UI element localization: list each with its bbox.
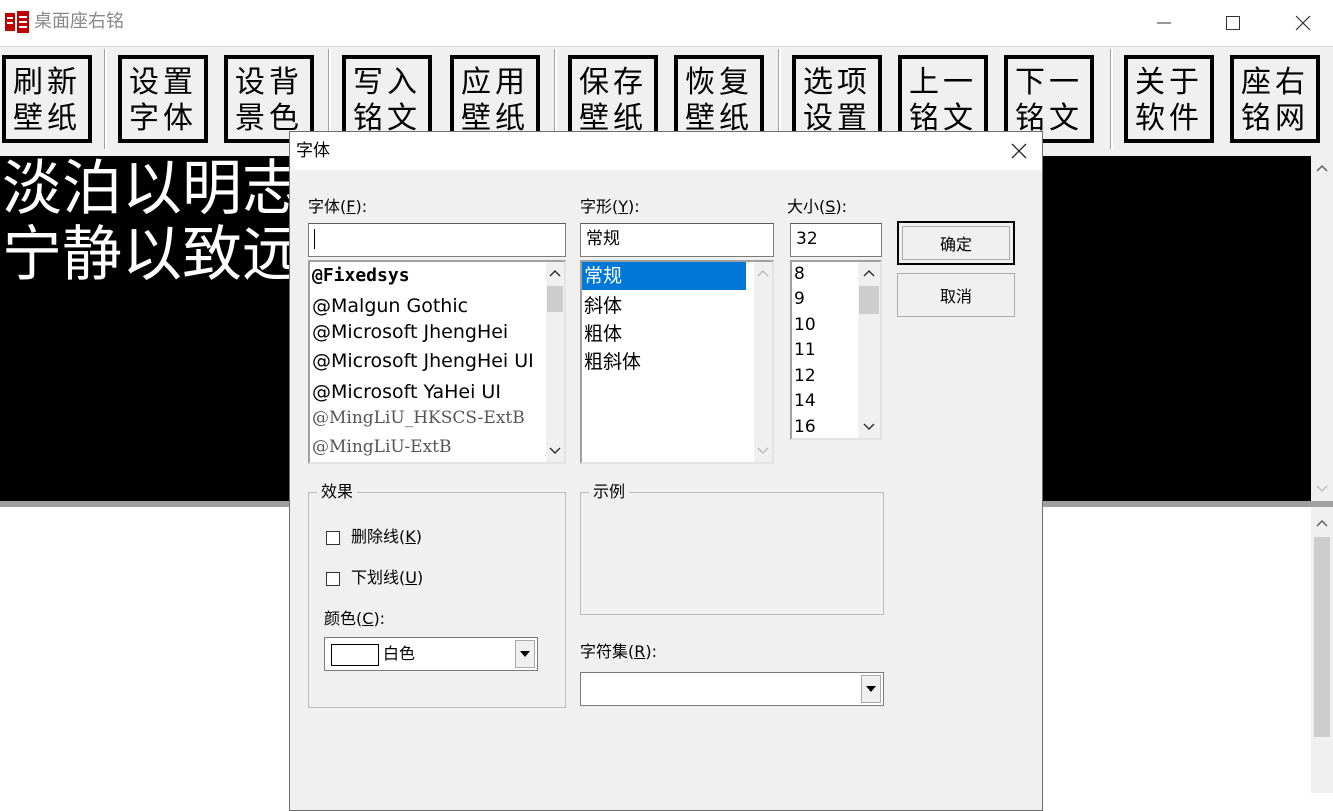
scroll-down-icon[interactable] bbox=[546, 442, 564, 460]
minimize-icon bbox=[1157, 22, 1171, 24]
font-dialog: 字体 字体(F): @Fixedsys @Malgun Gothic @Micr… bbox=[289, 131, 1043, 811]
cancel-button[interactable]: 取消 bbox=[897, 273, 1015, 317]
close-icon bbox=[1295, 15, 1311, 31]
options-button[interactable]: 选项 设置 bbox=[792, 55, 882, 143]
effects-group: 效果 删除线(K) 下划线(U) 颜色(C): 白色 bbox=[308, 482, 566, 708]
dialog-title-bar: 字体 bbox=[290, 132, 1042, 170]
save-wallpaper-button[interactable]: 保存 壁纸 bbox=[568, 55, 658, 143]
color-select[interactable]: 白色 bbox=[324, 637, 538, 671]
scroll-thumb[interactable] bbox=[1314, 537, 1330, 737]
minimize-button[interactable] bbox=[1141, 0, 1187, 46]
app-logo-icon bbox=[4, 10, 30, 34]
list-item[interactable]: 粗斜体 bbox=[582, 348, 641, 376]
font-label: 字体(F): bbox=[308, 197, 368, 216]
list-item[interactable]: @Microsoft JhengHei bbox=[310, 318, 508, 346]
color-label: 颜色(C): bbox=[324, 609, 386, 628]
motto-website-button[interactable]: 座右 铭网 bbox=[1230, 55, 1320, 143]
about-button[interactable]: 关于 软件 bbox=[1124, 55, 1214, 143]
motto-line: 淡泊以明志 bbox=[2, 156, 302, 224]
apply-wallpaper-button[interactable]: 应用 壁纸 bbox=[450, 55, 540, 143]
scroll-up-icon[interactable] bbox=[754, 264, 772, 282]
title-bar: 桌面座右铭 bbox=[0, 0, 1333, 46]
window-title: 桌面座右铭 bbox=[34, 11, 124, 32]
list-item[interactable]: 常规 bbox=[582, 262, 746, 290]
editor-scrollbar[interactable] bbox=[1311, 507, 1333, 793]
size-input[interactable]: 32 bbox=[790, 223, 882, 257]
scroll-up-icon[interactable] bbox=[546, 264, 564, 282]
style-list[interactable]: 常规 斜体 粗体 粗斜体 bbox=[580, 260, 774, 464]
maximize-button[interactable] bbox=[1210, 0, 1256, 46]
list-item[interactable]: 16 bbox=[792, 415, 816, 438]
strikeout-label[interactable]: 删除线(K) bbox=[351, 527, 422, 547]
ok-button[interactable]: 确定 bbox=[897, 221, 1015, 265]
style-list-scrollbar[interactable] bbox=[754, 262, 772, 462]
list-item[interactable]: 11 bbox=[792, 338, 816, 363]
toolbar-separator bbox=[104, 49, 107, 149]
preview-scrollbar[interactable] bbox=[1311, 156, 1333, 501]
list-item[interactable]: @Microsoft YaHei UI bbox=[310, 378, 501, 406]
color-value: 白色 bbox=[383, 644, 416, 663]
list-item[interactable]: @MingLiU-ExtB bbox=[310, 433, 452, 461]
size-list-scrollbar[interactable] bbox=[858, 262, 880, 438]
effects-legend: 效果 bbox=[317, 482, 358, 502]
list-item[interactable]: @Microsoft JhengHei UI bbox=[310, 347, 534, 375]
list-item[interactable]: 14 bbox=[792, 389, 816, 414]
style-input[interactable]: 常规 bbox=[580, 223, 774, 257]
strikeout-checkbox[interactable] bbox=[326, 531, 340, 545]
next-motto-button[interactable]: 下一 铭文 bbox=[1004, 55, 1094, 143]
scroll-up-icon[interactable] bbox=[1311, 158, 1333, 178]
maximize-icon bbox=[1226, 16, 1240, 30]
write-motto-button[interactable]: 写入 铭文 bbox=[342, 55, 432, 143]
chevron-down-icon[interactable] bbox=[515, 640, 535, 668]
color-swatch bbox=[331, 644, 379, 666]
set-background-color-button[interactable]: 设背 景色 bbox=[224, 55, 314, 143]
size-list[interactable]: 8 9 10 11 12 14 16 bbox=[790, 260, 882, 440]
scroll-down-icon[interactable] bbox=[754, 442, 772, 460]
toolbar-separator bbox=[1110, 49, 1113, 149]
list-item[interactable]: 10 bbox=[792, 313, 816, 338]
list-item[interactable]: @Fixedsys bbox=[310, 262, 410, 290]
size-label: 大小(S): bbox=[787, 197, 848, 216]
scroll-up-icon[interactable] bbox=[858, 264, 880, 282]
scroll-up-icon[interactable] bbox=[1311, 513, 1333, 533]
sample-legend: 示例 bbox=[589, 482, 630, 502]
restore-wallpaper-button[interactable]: 恢复 壁纸 bbox=[674, 55, 764, 143]
list-item[interactable]: 斜体 bbox=[582, 292, 622, 320]
refresh-wallpaper-button[interactable]: 刷新 壁纸 bbox=[2, 55, 92, 143]
list-item[interactable]: 9 bbox=[792, 287, 805, 312]
sample-group: 示例 bbox=[580, 482, 884, 615]
list-item[interactable]: @Malgun Gothic bbox=[310, 292, 468, 320]
list-item[interactable]: 12 bbox=[792, 364, 816, 389]
underline-checkbox[interactable] bbox=[326, 572, 340, 586]
list-item[interactable]: 粗体 bbox=[582, 320, 622, 348]
font-list[interactable]: @Fixedsys @Malgun Gothic @Microsoft Jhen… bbox=[308, 260, 566, 464]
close-window-button[interactable] bbox=[1280, 0, 1326, 46]
charset-select[interactable] bbox=[580, 672, 884, 706]
charset-label: 字符集(R): bbox=[580, 642, 658, 661]
style-label: 字形(Y): bbox=[580, 197, 640, 216]
list-item[interactable]: @MingLiU_HKSCS-ExtB bbox=[310, 404, 525, 432]
list-item[interactable]: 8 bbox=[792, 262, 805, 287]
dialog-close-button[interactable] bbox=[1002, 134, 1036, 168]
scroll-thumb[interactable] bbox=[859, 286, 879, 314]
chevron-down-icon[interactable] bbox=[861, 675, 881, 703]
font-list-scrollbar[interactable] bbox=[546, 262, 564, 462]
scroll-thumb[interactable] bbox=[547, 286, 563, 312]
set-font-button[interactable]: 设置 字体 bbox=[118, 55, 208, 143]
motto-line: 宁静以致远 bbox=[2, 220, 302, 290]
scroll-down-icon[interactable] bbox=[1311, 479, 1333, 499]
close-icon bbox=[1011, 143, 1027, 159]
scroll-down-icon[interactable] bbox=[858, 418, 880, 436]
underline-label[interactable]: 下划线(U) bbox=[351, 568, 423, 588]
font-input[interactable] bbox=[308, 223, 566, 257]
previous-motto-button[interactable]: 上一 铭文 bbox=[898, 55, 988, 143]
dialog-title: 字体 bbox=[296, 141, 330, 161]
